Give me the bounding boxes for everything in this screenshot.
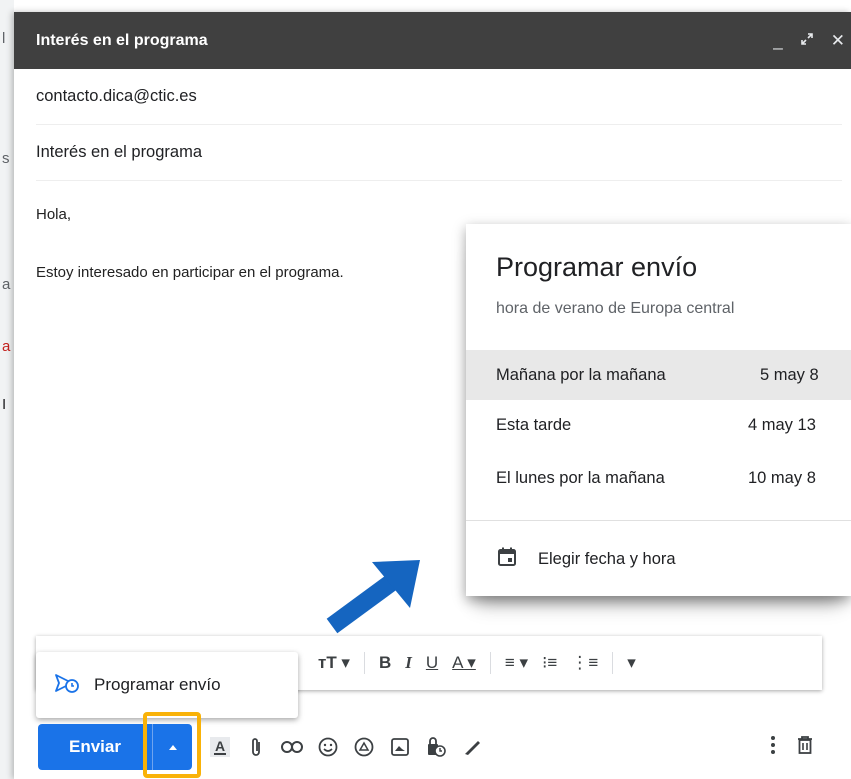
insert-link-icon[interactable] — [274, 741, 310, 753]
compose-title: Interés en el programa — [36, 31, 208, 49]
align-icon[interactable]: ≡ ▾ — [505, 653, 528, 673]
more-formatting-icon[interactable]: ▾ — [627, 653, 636, 673]
pick-date-time-option[interactable]: Elegir fecha y hora — [496, 546, 676, 573]
background-sidebar: l s a a I — [0, 0, 14, 779]
bulleted-list-icon[interactable]: ⋮≡ — [571, 653, 598, 673]
send-button[interactable]: Enviar — [38, 724, 152, 770]
underline-icon[interactable]: U — [426, 653, 438, 673]
bold-icon[interactable]: B — [379, 653, 391, 673]
numbered-list-icon[interactable]: ⁝≡ — [542, 653, 557, 673]
emoji-icon[interactable] — [310, 737, 346, 757]
schedule-send-dialog: Programar envío hora de verano de Europa… — [466, 224, 851, 596]
italic-icon[interactable]: I — [405, 653, 412, 673]
schedule-option-tomorrow-morning[interactable]: Mañana por la mañana 5 may 8 — [466, 350, 851, 400]
calendar-icon — [496, 546, 518, 573]
schedule-send-menu-item[interactable]: Programar envío — [94, 675, 221, 695]
minimize-icon[interactable]: _ — [773, 32, 782, 49]
schedule-option-this-afternoon[interactable]: Esta tarde 4 may 13 — [466, 400, 851, 450]
schedule-option-monday-morning[interactable]: El lunes por la mañana 10 may 8 — [466, 453, 851, 503]
formatting-options-icon[interactable]: A — [202, 737, 238, 757]
body-greeting[interactable]: Hola, — [36, 206, 71, 223]
bottom-toolbar: A — [202, 724, 490, 770]
more-options-icon[interactable] — [770, 735, 776, 760]
body-text[interactable]: Estoy interesado en participar en el pro… — [36, 264, 344, 281]
send-options-menu: Programar envío — [36, 652, 298, 718]
insert-photo-icon[interactable] — [382, 737, 418, 757]
confidential-mode-icon[interactable] — [418, 736, 454, 758]
svg-text:A: A — [215, 738, 225, 754]
text-color-icon[interactable]: A ▾ — [452, 653, 476, 673]
annotation-arrow — [320, 548, 430, 643]
google-drive-icon[interactable] — [346, 737, 382, 757]
subject-field[interactable]: Interés en el programa — [36, 125, 842, 181]
close-icon[interactable]: ✕ — [831, 32, 845, 49]
schedule-send-icon — [54, 672, 80, 699]
timezone-label: hora de verano de Europa central — [496, 300, 735, 317]
attach-file-icon[interactable] — [238, 736, 274, 758]
compose-header: Interés en el programa _ ✕ — [14, 12, 851, 69]
fullscreen-icon[interactable] — [799, 31, 815, 50]
to-field[interactable]: contacto.dica@ctic.es — [36, 69, 842, 125]
delete-icon[interactable] — [796, 735, 814, 760]
highlight-annotation — [143, 712, 201, 778]
divider — [466, 520, 851, 521]
dialog-title: Programar envío — [496, 252, 698, 282]
signature-icon[interactable] — [454, 737, 490, 757]
text-size-icon[interactable]: тT ▾ — [318, 653, 350, 673]
